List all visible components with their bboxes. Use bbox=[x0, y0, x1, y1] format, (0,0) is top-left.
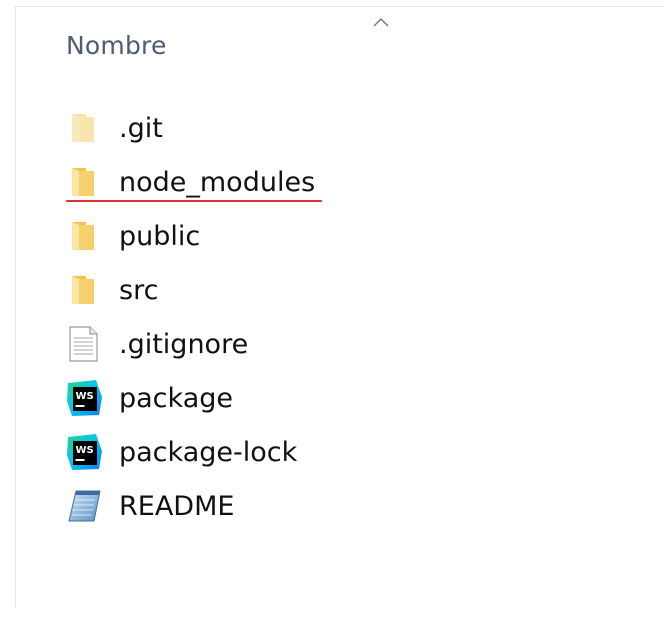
folder-icon bbox=[66, 108, 106, 148]
list-item-git[interactable]: .git bbox=[66, 101, 486, 155]
list-item-node-modules[interactable]: node_modules bbox=[66, 155, 486, 209]
svg-text:WS: WS bbox=[76, 391, 94, 402]
webstorm-icon: WS bbox=[66, 432, 106, 472]
list-item-package-lock[interactable]: WS package-lock bbox=[66, 425, 486, 479]
svg-text:WS: WS bbox=[76, 445, 94, 456]
file-name: node_modules bbox=[119, 166, 316, 198]
list-item-readme[interactable]: README bbox=[66, 479, 486, 533]
folder-icon bbox=[66, 270, 106, 310]
webstorm-icon: WS bbox=[66, 378, 106, 418]
file-name: package bbox=[119, 382, 233, 414]
file-name: .gitignore bbox=[119, 328, 249, 360]
list-item-src[interactable]: src bbox=[66, 263, 486, 317]
file-name: package-lock bbox=[119, 436, 298, 468]
highlight-underline bbox=[66, 200, 322, 202]
folder-icon bbox=[66, 216, 106, 256]
list-item-public[interactable]: public bbox=[66, 209, 486, 263]
file-list: .git node_modules public src .gitignore … bbox=[66, 101, 486, 533]
text-file-icon bbox=[66, 324, 106, 364]
folder-icon bbox=[66, 162, 106, 202]
file-name: README bbox=[119, 490, 235, 522]
file-name: public bbox=[119, 220, 201, 252]
file-name: src bbox=[119, 274, 159, 306]
list-item-package[interactable]: WS package bbox=[66, 371, 486, 425]
notepad-icon bbox=[66, 486, 106, 526]
list-item-gitignore[interactable]: .gitignore bbox=[66, 317, 486, 371]
file-name: .git bbox=[119, 112, 163, 144]
column-header-name[interactable]: Nombre bbox=[66, 31, 167, 60]
chevron-up-icon[interactable] bbox=[372, 16, 390, 28]
